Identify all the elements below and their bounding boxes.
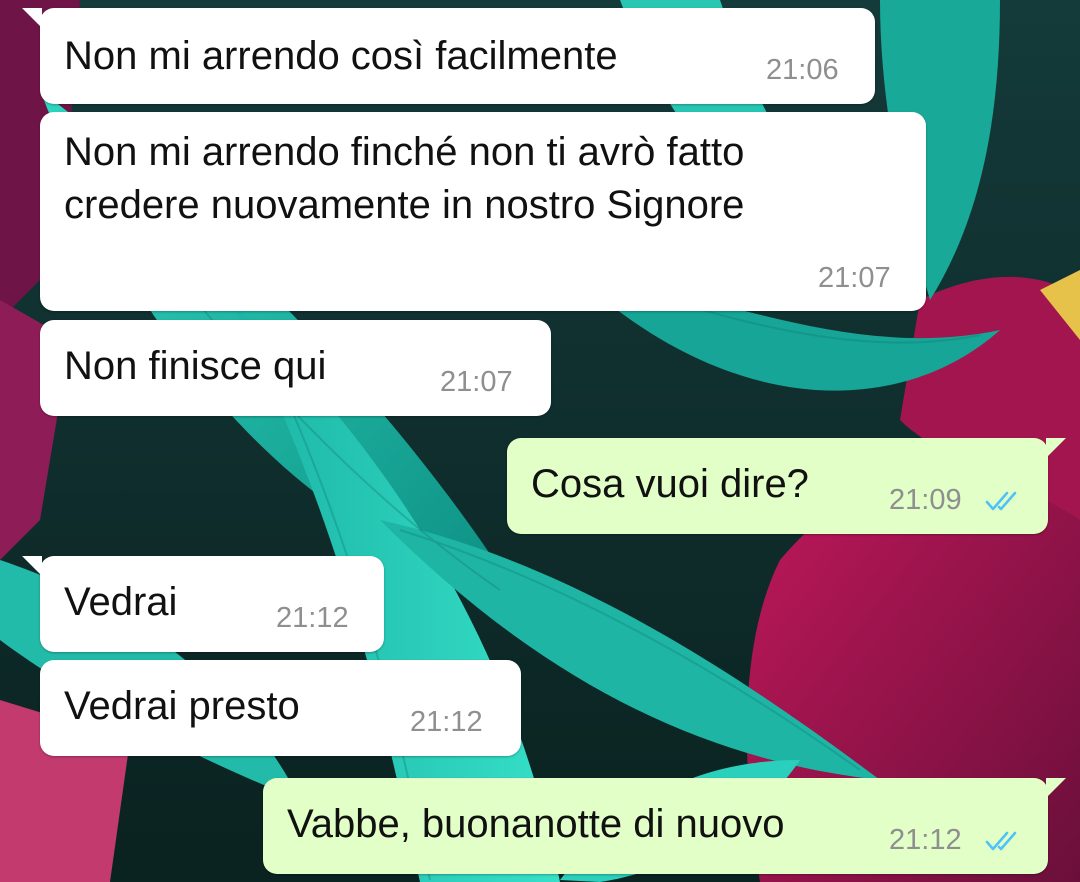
message-text: Non mi arrendo così facilmente [64, 34, 618, 78]
message-timestamp: 21:09 [889, 484, 962, 516]
bubble-tail [22, 556, 42, 576]
bubble-tail [1046, 438, 1066, 458]
message-timestamp: 21:12 [276, 602, 349, 634]
incoming-message-bubble[interactable]: Non finisce qui 21:07 [40, 320, 551, 416]
outgoing-message-bubble[interactable]: Vabbe, buonanotte di nuovo 21:12 [263, 778, 1066, 874]
message-timestamp: 21:07 [440, 366, 513, 398]
incoming-message-bubble[interactable]: Vedrai presto 21:12 [40, 660, 521, 756]
incoming-message-bubble[interactable]: Non mi arrendo finché non ti avrò fatto … [40, 112, 926, 311]
message-text: Non finisce qui [64, 344, 327, 388]
outgoing-message-bubble[interactable]: Cosa vuoi dire? 21:09 [507, 438, 1066, 534]
bubble-tail [22, 8, 42, 28]
message-text: Vabbe, buonanotte di nuovo [287, 802, 785, 846]
message-timestamp: 21:12 [410, 706, 483, 738]
read-ticks-icon [985, 831, 1017, 851]
incoming-message-bubble[interactable]: Vedrai 21:12 [22, 556, 384, 652]
incoming-message-bubble[interactable]: Non mi arrendo così facilmente 21:06 [22, 8, 875, 104]
bubble-tail [1046, 778, 1066, 798]
message-text: Vedrai [64, 580, 178, 624]
read-ticks-icon [985, 491, 1017, 511]
message-text: Vedrai presto [64, 684, 300, 728]
message-text: Cosa vuoi dire? [531, 462, 809, 506]
message-timestamp: 21:12 [889, 824, 962, 856]
message-timestamp: 21:07 [818, 262, 891, 294]
message-text: Non mi arrendo finché non ti avrò fatto … [64, 130, 745, 227]
message-timestamp: 21:06 [766, 54, 839, 86]
